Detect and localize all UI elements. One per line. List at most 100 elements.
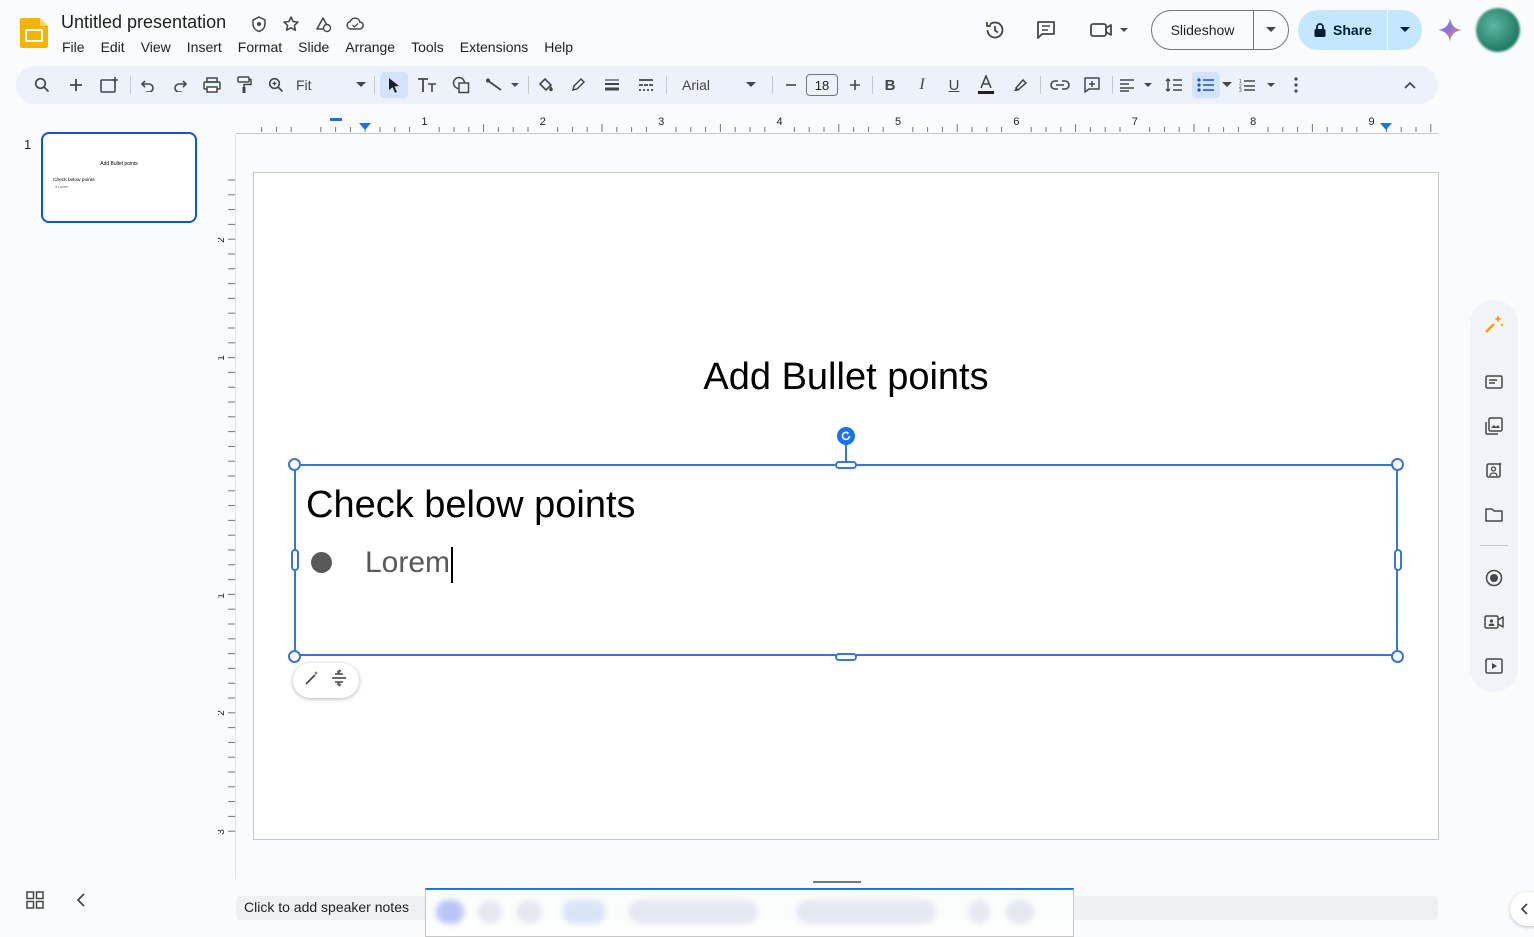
search-menus-icon[interactable] — [30, 72, 54, 98]
horizontal-ruler[interactable]: 1 2 3 4 5 6 7 8 9 — [236, 114, 1438, 134]
text-color-icon[interactable] — [974, 72, 998, 98]
first-line-indent-marker[interactable] — [330, 118, 342, 121]
side-panel-separator — [1480, 545, 1508, 546]
meet-icon[interactable] — [1086, 14, 1132, 46]
menu-file[interactable]: File — [54, 36, 93, 58]
cloud-status-icon[interactable] — [345, 14, 365, 34]
slideshow-button[interactable]: Slideshow — [1152, 11, 1254, 49]
folder-icon[interactable] — [1482, 502, 1506, 526]
version-history-icon[interactable] — [981, 14, 1009, 46]
gemini-icon[interactable] — [1437, 17, 1463, 43]
side-panel-toggle-icon[interactable] — [1510, 892, 1534, 926]
paint-format-icon[interactable] — [232, 72, 256, 98]
increase-font-size-icon[interactable] — [844, 72, 866, 98]
new-slide-layout-icon[interactable] — [96, 72, 122, 98]
gemini-spark-icon[interactable] — [1482, 312, 1506, 336]
resize-handle-top-right[interactable] — [1391, 458, 1404, 471]
right-indent-marker[interactable] — [1380, 123, 1392, 130]
more-options-icon[interactable] — [1286, 72, 1306, 98]
resize-handle-top[interactable] — [835, 461, 857, 469]
menu-view[interactable]: View — [133, 36, 179, 58]
hide-menus-chevron-up-icon[interactable] — [1400, 72, 1420, 98]
fill-color-icon[interactable] — [534, 72, 558, 98]
save-to-drive-icon[interactable] — [249, 14, 269, 34]
menu-edit[interactable]: Edit — [93, 36, 133, 58]
bullet-item[interactable]: Lorem — [365, 546, 450, 580]
insert-link-icon[interactable] — [1048, 72, 1072, 98]
resize-handle-top-left[interactable] — [288, 458, 301, 471]
collapse-filmstrip-icon[interactable] — [76, 893, 92, 909]
border-weight-icon[interactable] — [600, 72, 624, 98]
new-slide-icon[interactable] — [64, 72, 88, 98]
move-icon[interactable] — [313, 14, 333, 34]
shape-icon[interactable] — [448, 72, 474, 98]
slideshow-group: Slideshow — [1151, 10, 1289, 50]
select-tool-icon[interactable] — [380, 72, 408, 98]
image-generate-icon[interactable] — [1482, 458, 1506, 482]
italic-icon[interactable]: I — [910, 72, 934, 98]
font-size-input[interactable]: 18 — [806, 74, 838, 96]
toolbar-separator — [666, 76, 667, 94]
undo-icon[interactable] — [136, 72, 160, 98]
menu-help[interactable]: Help — [536, 36, 581, 58]
text-box-heading[interactable]: Check below points — [306, 484, 636, 527]
slides-logo-icon[interactable] — [16, 14, 52, 50]
star-icon[interactable] — [281, 14, 301, 34]
bulleted-list-dropdown-icon[interactable] — [1220, 72, 1234, 98]
border-dash-icon[interactable] — [634, 72, 658, 98]
rotate-handle-icon[interactable] — [837, 427, 855, 445]
speaker-notes-placeholder[interactable]: Click to add speaker notes — [244, 899, 409, 915]
align-vertical-icon[interactable] — [330, 669, 348, 692]
underline-icon[interactable]: U — [942, 72, 966, 98]
record-icon[interactable] — [1482, 566, 1506, 590]
decrease-font-size-icon[interactable] — [780, 72, 802, 98]
text-box-icon[interactable] — [414, 72, 440, 98]
resize-handle-bottom-right[interactable] — [1391, 650, 1404, 663]
resize-handle-left[interactable] — [291, 549, 299, 571]
zoom-select[interactable]: Fit — [296, 72, 366, 98]
align-icon[interactable] — [1118, 72, 1154, 98]
zoom-icon[interactable] — [264, 72, 288, 98]
account-avatar[interactable] — [1476, 8, 1520, 52]
notes-resize-handle[interactable] — [813, 881, 861, 883]
font-select[interactable]: Arial — [676, 72, 760, 98]
bulleted-list-icon[interactable] — [1192, 72, 1220, 98]
share-dropdown-icon[interactable] — [1388, 10, 1422, 50]
slideshow-dropdown-icon[interactable] — [1254, 11, 1288, 49]
resize-handle-bottom-left[interactable] — [288, 650, 301, 663]
menu-format[interactable]: Format — [230, 36, 290, 58]
insert-comment-icon[interactable] — [1080, 72, 1104, 98]
svg-text:3: 3 — [1239, 88, 1242, 92]
print-icon[interactable] — [200, 72, 224, 98]
resize-handle-right[interactable] — [1394, 549, 1402, 571]
slide-title[interactable]: Add Bullet points — [253, 356, 1439, 399]
presenter-icon[interactable] — [1482, 654, 1506, 678]
document-title[interactable]: Untitled presentation — [61, 12, 226, 33]
grid-view-icon[interactable] — [26, 891, 46, 911]
stock-images-icon[interactable] — [1482, 414, 1506, 438]
vertical-ruler[interactable]: 2 1 1 2 3 — [218, 172, 236, 840]
menu-insert[interactable]: Insert — [179, 36, 230, 58]
menu-arrange[interactable]: Arrange — [337, 36, 403, 58]
numbered-list-icon[interactable]: 123 — [1238, 72, 1278, 98]
magic-edit-icon[interactable] — [304, 670, 320, 691]
slide-thumbnail[interactable]: Add Bullet points Check below points ● L… — [41, 132, 197, 223]
border-color-icon[interactable] — [566, 72, 590, 98]
speaker-notes-icon[interactable] — [1482, 370, 1506, 394]
video-camera-icon[interactable] — [1482, 610, 1506, 634]
toolbar-separator — [374, 76, 375, 94]
menu-extensions[interactable]: Extensions — [452, 36, 536, 58]
line-spacing-icon[interactable] — [1162, 72, 1186, 98]
menu-slide[interactable]: Slide — [290, 36, 337, 58]
resize-handle-bottom[interactable] — [835, 653, 857, 661]
left-indent-marker[interactable] — [359, 123, 371, 130]
bold-icon[interactable]: B — [878, 72, 902, 98]
menu-tools[interactable]: Tools — [403, 36, 452, 58]
highlight-color-icon[interactable] — [1008, 72, 1032, 98]
share-button[interactable]: Share — [1298, 10, 1388, 50]
chevron-down-icon — [746, 82, 756, 87]
ruler-label: 4 — [777, 116, 783, 128]
redo-icon[interactable] — [168, 72, 192, 98]
comments-icon[interactable] — [1032, 14, 1060, 46]
line-tool-icon[interactable] — [482, 72, 522, 98]
